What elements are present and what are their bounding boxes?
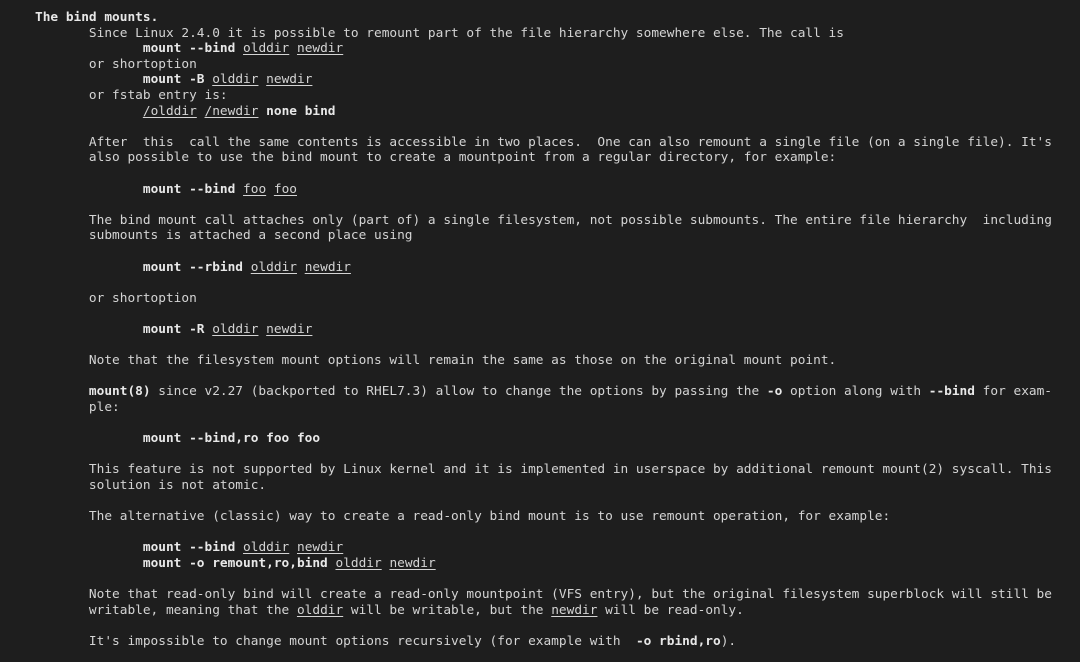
argument: newdir: [266, 72, 313, 88]
paragraph-line: The alternative (classic) way to create …: [88, 509, 891, 524]
command: mount --rbind: [142, 259, 244, 275]
command: mount -o remount,ro,bind: [142, 555, 328, 571]
paragraph-line: ple:: [88, 399, 120, 415]
argument: olddir: [212, 321, 259, 337]
or-shortoption-text: or shortoption: [88, 56, 197, 72]
command-example: mount --rbind olddir newdir: [35, 260, 1080, 276]
argument: newdir: [304, 259, 351, 275]
argument: olddir: [250, 259, 297, 275]
argument: olddir: [335, 555, 382, 571]
text: It's impossible to change mount options …: [88, 633, 636, 649]
paragraph-line: Note that the filesystem mount options w…: [88, 353, 837, 369]
argument: newdir: [296, 540, 344, 556]
or-shortoption-text: or shortoption: [88, 290, 197, 306]
argument: newdir: [551, 602, 598, 618]
text: for exam-: [974, 384, 1053, 400]
text: writable, meaning that the: [88, 602, 297, 618]
argument: newdir: [389, 555, 436, 571]
command-example: mount -B olddir newdir: [35, 72, 1080, 88]
argument: newdir: [266, 321, 313, 337]
terminal-manpage-view: The bind mounts. Since Linux 2.4.0 it is…: [35, 10, 1080, 649]
paragraph-line: also possible to use the bind mount to c…: [88, 150, 837, 166]
text: option along with: [782, 384, 929, 400]
command-example: mount -o remount,ro,bind olddir newdir: [35, 556, 1080, 572]
command-example: mount --bind foo foo: [35, 182, 1080, 198]
argument: newdir: [296, 41, 344, 57]
argument: foo: [243, 181, 267, 197]
paragraph-line: The bind mount call attaches only (part …: [88, 212, 1052, 228]
command: mount --bind: [142, 181, 236, 197]
paragraph-line: submounts is attached a second place usi…: [88, 228, 413, 244]
text: ).: [720, 633, 737, 649]
text: will be read-only.: [597, 602, 744, 618]
command-example: mount --bind olddir newdir: [35, 540, 1080, 556]
command: mount --bind: [142, 540, 236, 556]
or-fstab-text: or fstab entry is:: [88, 87, 228, 103]
command: mount --bind: [142, 41, 236, 57]
paragraph-line: It's impossible to change mount options …: [35, 634, 1080, 650]
command: mount -R: [142, 321, 205, 337]
argument: foo: [273, 181, 297, 197]
command: mount -B: [142, 72, 205, 88]
paragraph-line: This feature is not supported by Linux k…: [88, 462, 1052, 478]
argument: olddir: [243, 41, 290, 57]
fstab-example: /olddir /newdir none bind: [35, 104, 1080, 120]
argument: /newdir: [204, 103, 259, 119]
argument: /olddir: [142, 103, 197, 119]
man-reference: mount(8): [88, 384, 151, 400]
option-bind: --bind: [928, 384, 975, 400]
paragraph-line: solution is not atomic.: [88, 477, 267, 493]
fstab-options: none bind: [266, 103, 336, 119]
command-example: mount --bind,ro foo foo: [142, 431, 321, 447]
intro-text: Since Linux 2.4.0 it is possible to remo…: [88, 25, 844, 41]
paragraph-line: mount(8) since v2.27 (backported to RHEL…: [35, 384, 1080, 400]
text: will be writable, but the: [343, 602, 552, 618]
text: since v2.27 (backported to RHEL7.3) allo…: [150, 384, 767, 400]
section-title: The bind mounts.: [35, 10, 159, 25]
paragraph-line: writable, meaning that the olddir will b…: [35, 603, 1080, 619]
paragraph-line: After this call the same contents is acc…: [88, 134, 1052, 150]
command-example: mount --bind olddir newdir: [35, 41, 1080, 57]
paragraph-line: Note that read-only bind will create a r…: [88, 586, 1052, 602]
option-example: -o rbind,ro: [635, 633, 721, 649]
command-example: mount -R olddir newdir: [35, 322, 1080, 338]
option-o: -o: [766, 384, 783, 400]
argument: olddir: [243, 540, 290, 556]
argument: olddir: [296, 602, 344, 618]
argument: olddir: [212, 72, 259, 88]
